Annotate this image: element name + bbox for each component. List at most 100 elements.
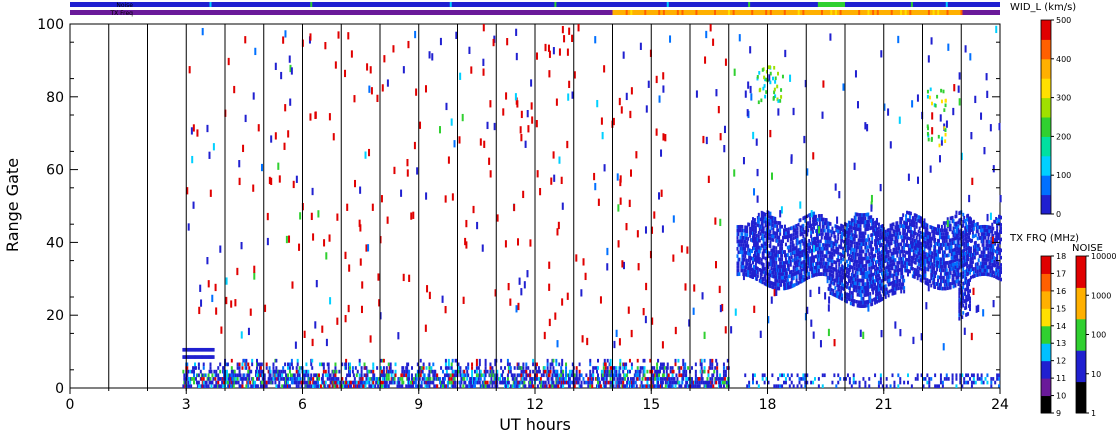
echo-point xyxy=(854,380,857,385)
echo-point xyxy=(428,362,431,367)
echo-point xyxy=(972,227,975,231)
echo-point xyxy=(666,362,669,367)
echo-point xyxy=(944,243,947,247)
echo-point xyxy=(880,268,883,272)
echo-point xyxy=(797,252,800,256)
echo-point xyxy=(287,373,289,378)
echo-point xyxy=(969,217,972,222)
echo-point xyxy=(587,377,590,381)
echo-point xyxy=(945,268,948,273)
echo-point xyxy=(387,377,390,381)
echo-point xyxy=(965,236,968,241)
echo-point xyxy=(816,261,819,266)
top-bar-fleck xyxy=(630,10,633,15)
echo-point xyxy=(868,266,871,271)
echo-point xyxy=(603,373,606,378)
echo-point xyxy=(542,373,545,378)
echo-point xyxy=(641,366,644,370)
echo-point xyxy=(592,366,595,370)
echo-point xyxy=(933,277,936,282)
echo-point xyxy=(450,366,453,370)
echo-point xyxy=(907,272,909,277)
echo-point xyxy=(219,362,222,367)
echo-point xyxy=(897,373,900,378)
echo-point xyxy=(938,224,940,229)
echo-point xyxy=(790,237,793,241)
top-bar-fleck xyxy=(960,10,963,15)
echo-point xyxy=(853,266,856,271)
echo-point xyxy=(742,265,745,269)
echo-point xyxy=(367,377,370,381)
echo-point xyxy=(902,253,905,257)
echo-point xyxy=(798,377,801,381)
echo-point xyxy=(899,224,902,228)
echo-point xyxy=(364,384,367,388)
echo-point xyxy=(841,253,844,258)
echo-point xyxy=(789,248,792,253)
echo-point xyxy=(187,369,190,374)
echo-point xyxy=(923,251,926,255)
echo-point xyxy=(305,362,308,367)
echo-point xyxy=(976,265,979,270)
echo-point xyxy=(953,269,956,274)
echo-point xyxy=(821,254,824,258)
echo-point xyxy=(887,293,890,298)
echo-point xyxy=(913,227,916,232)
echo-point xyxy=(562,384,565,388)
echo-point xyxy=(850,254,853,259)
echo-point xyxy=(370,384,373,388)
echo-point xyxy=(698,380,701,385)
echo-point xyxy=(365,377,368,381)
echo-point xyxy=(790,380,793,385)
echo-point xyxy=(832,274,835,278)
top-bar-fleck xyxy=(932,10,935,15)
echo-point xyxy=(842,275,845,280)
echo-point xyxy=(709,362,712,367)
echo-point xyxy=(757,231,760,235)
echo-point xyxy=(908,218,911,223)
top-bar-fleck xyxy=(769,10,772,15)
echo-point xyxy=(636,358,639,363)
echo-point xyxy=(233,369,236,374)
echo-point xyxy=(963,255,966,260)
echo-point xyxy=(739,228,742,233)
echo-point xyxy=(967,213,970,218)
echo-point xyxy=(850,243,853,248)
echo-point xyxy=(876,252,879,256)
echo-point xyxy=(737,232,740,236)
echo-point xyxy=(871,236,874,241)
echo-point xyxy=(758,238,761,243)
echo-point xyxy=(389,366,392,370)
echo-point xyxy=(967,242,970,247)
echo-point xyxy=(757,220,760,224)
echo-point xyxy=(786,278,789,283)
echo-point xyxy=(606,369,609,374)
echo-point xyxy=(864,216,867,221)
echo-point xyxy=(814,236,816,241)
echo-point xyxy=(835,242,838,247)
echo-point xyxy=(535,362,538,367)
echo-point xyxy=(202,377,205,381)
echo-point xyxy=(952,259,955,263)
echo-point xyxy=(889,230,892,235)
echo-point xyxy=(503,380,506,385)
echo-point xyxy=(831,277,834,282)
echo-point xyxy=(892,273,895,278)
echo-point xyxy=(752,264,755,269)
echo-point xyxy=(763,380,766,385)
top-bar-fleck xyxy=(625,10,628,15)
echo-point xyxy=(852,277,855,281)
echo-point xyxy=(958,305,961,310)
echo-point xyxy=(403,369,406,374)
echo-point xyxy=(814,240,817,244)
echo-point xyxy=(955,210,958,215)
echo-point xyxy=(781,384,784,388)
echo-point xyxy=(903,286,906,290)
echo-point xyxy=(511,373,514,378)
echo-point xyxy=(737,261,740,266)
echo-point xyxy=(820,246,823,251)
echo-point xyxy=(317,380,320,385)
echo-point xyxy=(954,247,957,252)
echo-point xyxy=(892,222,895,227)
echo-point xyxy=(969,289,971,293)
